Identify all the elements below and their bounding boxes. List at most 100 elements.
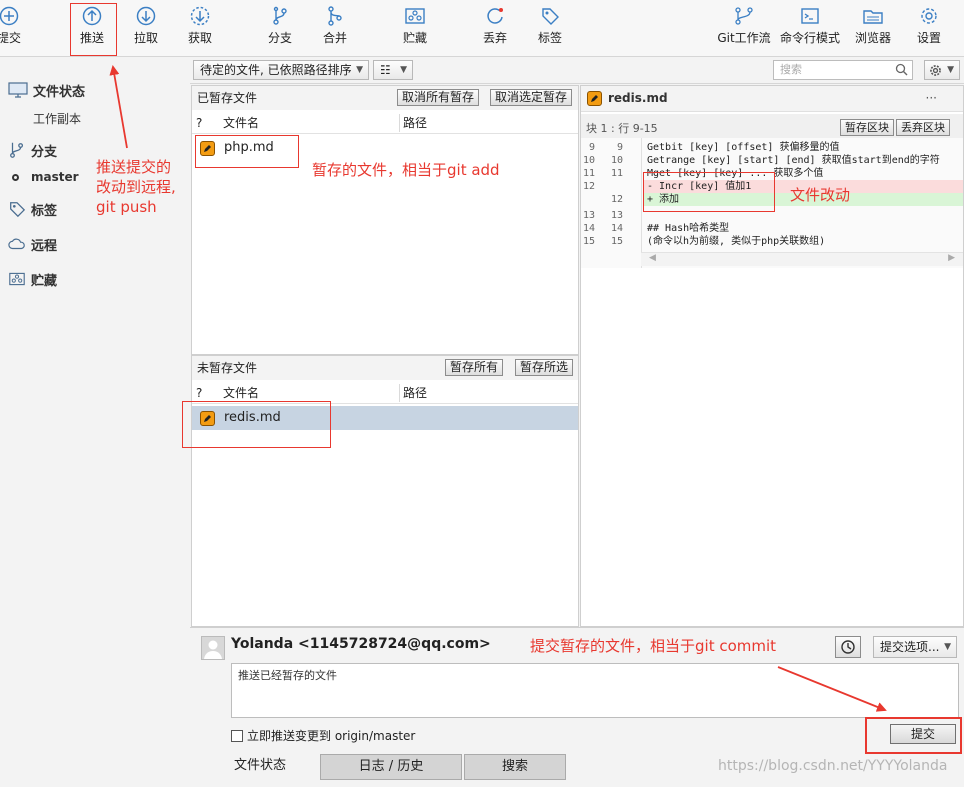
commit-author: Yolanda <1145728724@qq.com> xyxy=(231,636,491,652)
hunk-header: 块 1 : 行 9-15 暂存区块 丢弃区块 xyxy=(581,114,963,138)
new-line-number: 12 xyxy=(610,194,623,205)
terminal-icon xyxy=(801,8,819,24)
commit-history-button[interactable] xyxy=(835,636,861,658)
unstaged-file-highlight-box xyxy=(182,401,331,448)
git-flow-icon xyxy=(735,7,753,25)
chevron-down-icon: ▼ xyxy=(947,65,954,75)
stash-icon xyxy=(405,8,425,24)
pull-icon xyxy=(136,6,156,26)
git-flow-button[interactable]: Git工作流 xyxy=(714,6,774,54)
current-branch-dot xyxy=(12,173,19,181)
tag-button[interactable]: 标签 xyxy=(530,6,570,54)
diff-header: redis.md ··· xyxy=(581,86,963,112)
merge-icon xyxy=(328,6,342,26)
stage-hunk-button[interactable]: 暂存区块 xyxy=(840,119,894,136)
view-mode-dropdown[interactable]: ☷ ▼ xyxy=(373,60,413,80)
new-line-number: 15 xyxy=(610,236,623,247)
old-line-number: 10 xyxy=(582,155,595,166)
sidebar-item-branches[interactable]: 分支 xyxy=(8,138,57,162)
old-line-number: 15 xyxy=(582,236,595,247)
unstage-selected-button[interactable]: 取消选定暂存 xyxy=(490,89,573,106)
branch-button[interactable]: 分支 xyxy=(260,6,300,54)
browser-button[interactable]: 浏览器 xyxy=(852,6,894,54)
push-annotation-line-2: 改动到远程, xyxy=(96,178,176,196)
filter-bar: 待定的文件, 已依照路径排序 ▼ ☷ ▼ 搜索 ▼ xyxy=(190,58,964,84)
diff-change-highlight-box xyxy=(643,172,775,212)
browser-icon xyxy=(863,10,883,24)
diff-line-text: Getrange [key] [start] [end] 获取值start到en… xyxy=(647,155,940,166)
monitor-icon xyxy=(8,82,28,98)
push-annotation-line-3: git push xyxy=(96,198,157,216)
cloud-icon xyxy=(8,238,25,250)
user-icon xyxy=(204,640,222,659)
new-line-number: 9 xyxy=(616,142,623,153)
old-line-number: 14 xyxy=(582,223,595,234)
search-input[interactable]: 搜索 xyxy=(773,60,913,80)
modified-file-icon xyxy=(587,91,602,106)
unstaged-pane-header: 未暂存文件 暂存所有 暂存所选 xyxy=(192,356,578,380)
commit-annotation: 提交暂存的文件，相当于git commit xyxy=(530,637,777,655)
gear-icon xyxy=(930,65,941,76)
chevron-down-icon: ▼ xyxy=(356,65,363,75)
commit-button-highlight-box xyxy=(865,717,962,754)
sidebar-item-remotes[interactable]: 远程 xyxy=(8,232,57,256)
settings-button[interactable]: 设置 xyxy=(910,6,948,54)
sidebar-item-master[interactable]: master xyxy=(12,165,79,189)
fetch-button[interactable]: 获取 xyxy=(180,6,220,54)
diff-file-name: redis.md xyxy=(608,91,668,105)
push-immediately-checkbox[interactable] xyxy=(231,729,243,742)
chevron-down-icon: ▼ xyxy=(944,642,951,652)
sidebar-item-file-status[interactable]: 文件状态 xyxy=(8,78,85,102)
list-view-icon: ☷ xyxy=(380,63,391,77)
main-toolbar: 提交 推送 拉取 获取 分支 合并 贮藏 丢弃 标签 Git工作流 命令行模式 xyxy=(0,0,964,57)
search-icon xyxy=(895,63,908,76)
tag-icon xyxy=(10,202,26,218)
pull-button[interactable]: 拉取 xyxy=(126,6,166,54)
options-gear-dropdown[interactable]: ▼ xyxy=(924,60,960,80)
branch-icon xyxy=(10,142,24,158)
stash-button[interactable]: 贮藏 xyxy=(395,6,435,54)
watermark: https://blog.csdn.net/YYYYolanda xyxy=(718,758,948,774)
fetch-icon xyxy=(190,6,210,26)
staged-files-pane: 已暂存文件 取消所有暂存 取消选定暂存 ? 文件名 路径 php.md xyxy=(191,85,579,355)
clock-icon xyxy=(841,640,855,654)
discard-button[interactable]: 丢弃 xyxy=(475,6,515,54)
new-line-number: 11 xyxy=(610,168,623,179)
staged-annotation: 暂存的文件，相当于git add xyxy=(312,161,500,179)
tab-search[interactable]: 搜索 xyxy=(464,754,566,780)
stash-icon xyxy=(9,272,25,286)
commit-message-input[interactable]: 推送已经暂存的文件 xyxy=(231,663,959,718)
tab-file-status[interactable]: 文件状态 xyxy=(200,754,320,780)
push-highlight-box xyxy=(70,3,117,56)
tab-log-history[interactable]: 日志 / 历史 xyxy=(320,754,462,780)
staged-file-highlight-box xyxy=(195,135,299,168)
unstage-all-button[interactable]: 取消所有暂存 xyxy=(397,89,480,106)
staged-pane-header: 已暂存文件 取消所有暂存 取消选定暂存 xyxy=(192,86,578,110)
sidebar-item-working-copy[interactable]: 工作副本 xyxy=(33,110,81,127)
chevron-down-icon: ▼ xyxy=(400,65,407,75)
more-options-icon[interactable]: ··· xyxy=(926,91,937,105)
diff-horizontal-scrollbar[interactable]: ◀ ▶ xyxy=(641,252,963,266)
commit-options-dropdown[interactable]: 提交选项... ▼ xyxy=(873,636,957,658)
tag-icon xyxy=(542,8,559,25)
diff-line-text: (命令以h为前缀, 类似于php关联数组) xyxy=(647,236,826,247)
commit-button[interactable]: 提交 xyxy=(0,6,26,54)
sidebar-item-stashes[interactable]: 贮藏 xyxy=(8,267,57,291)
diff-line: 10 10 Getrange [key] [start] [end] 获取值sta… xyxy=(581,154,963,167)
avatar xyxy=(201,636,225,660)
stage-selected-button[interactable]: 暂存所选 xyxy=(515,359,574,376)
stage-all-button[interactable]: 暂存所有 xyxy=(445,359,504,376)
sort-dropdown[interactable]: 待定的文件, 已依照路径排序 ▼ xyxy=(193,60,369,80)
merge-button[interactable]: 合并 xyxy=(315,6,355,54)
sidebar-item-tags[interactable]: 标签 xyxy=(8,197,57,221)
commit-icon xyxy=(0,6,19,26)
branch-icon xyxy=(273,6,287,25)
old-line-number: 12 xyxy=(582,181,595,192)
new-line-number: 13 xyxy=(610,210,623,221)
discard-hunk-button[interactable]: 丢弃区块 xyxy=(896,119,950,136)
terminal-button[interactable]: 命令行模式 xyxy=(778,6,842,54)
push-immediately-option[interactable]: 立即推送变更到 origin/master xyxy=(231,727,415,744)
old-line-number: 13 xyxy=(582,210,595,221)
diff-line-text: ## Hash哈希类型 xyxy=(647,223,730,234)
gear-icon xyxy=(921,8,937,24)
